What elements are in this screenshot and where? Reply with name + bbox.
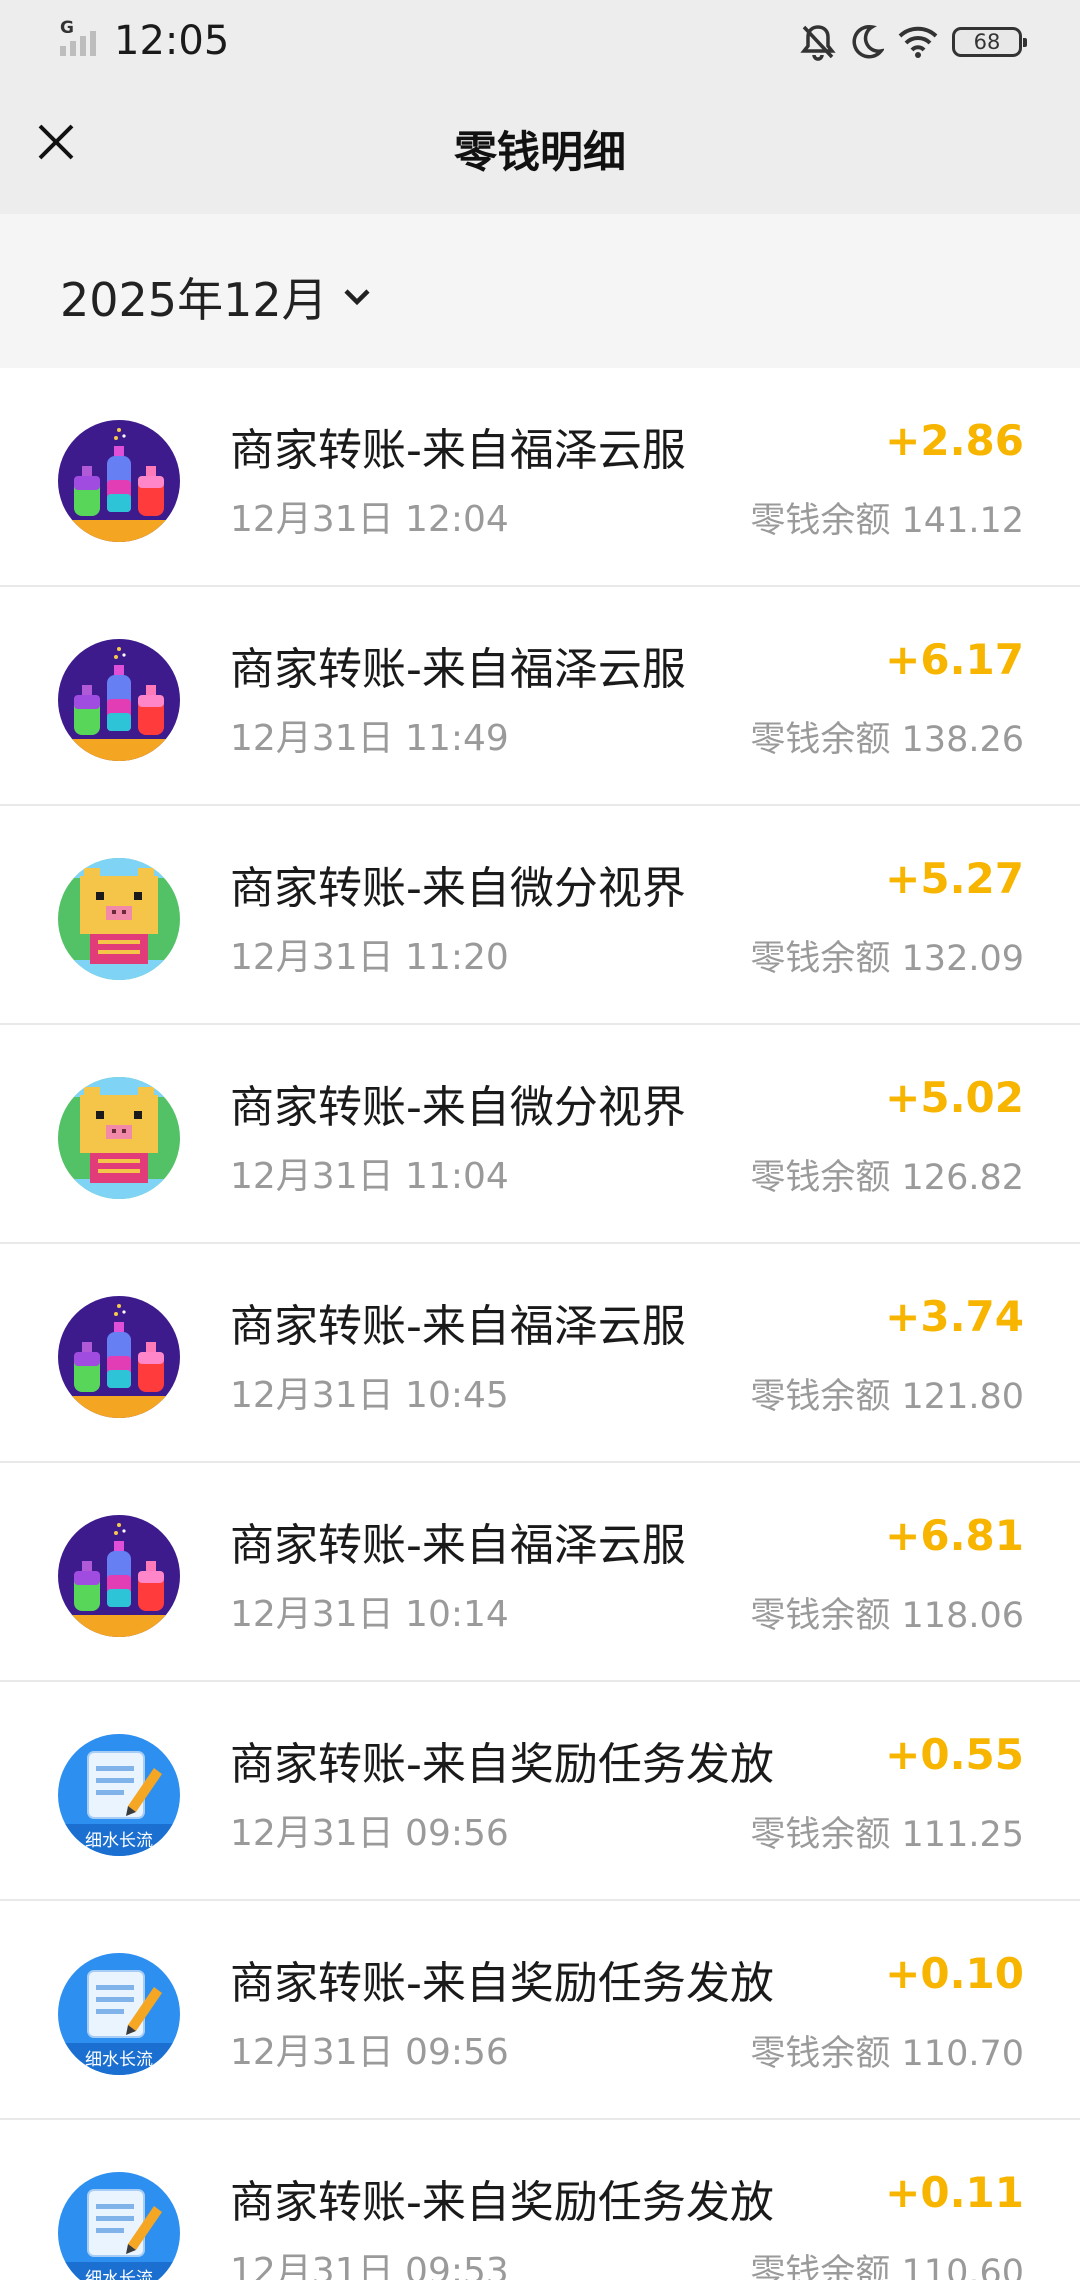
pixel-pig-icon [58, 858, 180, 980]
bottles-icon [58, 420, 180, 542]
avatar-label: 细水长流 [85, 1831, 153, 1851]
wifi-icon [898, 26, 938, 58]
transaction-row[interactable]: 商家转账-来自福泽云服 12月31日 11:49 +6.17 零钱余额 138.26 [0, 587, 1080, 806]
transaction-row[interactable]: 商家转账-来自微分视界 12月31日 11:04 +5.02 零钱余额 126.82 [0, 1025, 1080, 1244]
moon-icon [850, 24, 884, 60]
nav-bar: 零钱明细 [0, 82, 1080, 214]
transaction-row[interactable]: 细水长流 商家转账-来自奖励任务发放 12月31日 09:53 +0.11 零钱余额 … [0, 2120, 1080, 2280]
transaction-amount: +0.10 [885, 1949, 1024, 1998]
transaction-amount: +6.17 [885, 635, 1024, 684]
status-time: 12:05 [114, 18, 230, 64]
month-picker[interactable]: 2025年12月 [60, 264, 372, 330]
transaction-title: 商家转账-来自奖励任务发放 [230, 1739, 774, 1790]
avatar-label: 细水长流 [85, 2269, 153, 2280]
month-label: 2025年12月 [60, 273, 328, 327]
task-notebook-icon: 细水长流 [58, 1953, 180, 2075]
merchant-avatar [58, 420, 180, 542]
merchant-avatar: 细水长流 [58, 1734, 180, 1856]
task-notebook-icon: 细水长流 [58, 1734, 180, 1856]
transaction-time: 12月31日 10:45 [230, 1375, 509, 1416]
pixel-pig-icon [58, 1077, 180, 1199]
merchant-avatar [58, 639, 180, 761]
transaction-row[interactable]: 细水长流 商家转账-来自奖励任务发放 12月31日 09:56 +0.10 零钱余额 … [0, 1901, 1080, 2120]
transaction-balance: 零钱余额 111.25 [750, 1815, 1024, 1855]
transaction-time: 12月31日 11:04 [230, 1156, 509, 1197]
transaction-title: 商家转账-来自奖励任务发放 [230, 1958, 774, 2009]
merchant-avatar [58, 1077, 180, 1199]
signal-icon: G [60, 18, 104, 56]
bottles-icon [58, 1296, 180, 1418]
transaction-balance: 零钱余额 132.09 [750, 939, 1024, 979]
chevron-down-icon [344, 289, 370, 306]
transaction-time: 12月31日 09:56 [230, 1813, 509, 1854]
transaction-balance: 零钱余额 141.12 [750, 501, 1024, 541]
transaction-title: 商家转账-来自福泽云服 [230, 644, 686, 695]
merchant-avatar: 细水长流 [58, 2172, 180, 2280]
transaction-balance: 零钱余额 138.26 [750, 720, 1024, 760]
transaction-row[interactable]: 细水长流 商家转账-来自奖励任务发放 12月31日 09:56 +0.55 零钱余额 … [0, 1682, 1080, 1901]
transaction-time: 12月31日 09:53 [230, 2251, 509, 2280]
page-title: 零钱明细 [454, 128, 626, 178]
transaction-title: 商家转账-来自微分视界 [230, 1082, 686, 1133]
transaction-time: 12月31日 11:20 [230, 937, 509, 978]
transaction-amount: +5.02 [885, 1073, 1024, 1122]
transaction-title: 商家转账-来自微分视界 [230, 863, 686, 914]
transaction-time: 12月31日 11:49 [230, 718, 509, 759]
transaction-amount: +6.81 [885, 1511, 1024, 1560]
transaction-balance: 零钱余额 110.70 [750, 2034, 1024, 2074]
avatar-label: 细水长流 [85, 2050, 153, 2070]
transaction-time: 12月31日 09:56 [230, 2032, 509, 2073]
transaction-amount: +0.11 [885, 2168, 1024, 2217]
transaction-row[interactable]: 商家转账-来自福泽云服 12月31日 12:04 +2.86 零钱余额 141.12 [0, 368, 1080, 587]
transaction-balance: 零钱余额 110.60 [750, 2253, 1024, 2280]
transaction-row[interactable]: 商家转账-来自微分视界 12月31日 11:20 +5.27 零钱余额 132.09 [0, 806, 1080, 1025]
merchant-avatar [58, 1296, 180, 1418]
transaction-amount: +0.55 [885, 1730, 1024, 1779]
mute-bell-icon [800, 23, 836, 61]
task-notebook-icon: 细水长流 [58, 2172, 180, 2280]
transaction-title: 商家转账-来自福泽云服 [230, 425, 686, 476]
status-bar: G 12:05 68 [0, 0, 1080, 82]
transaction-row[interactable]: 商家转账-来自福泽云服 12月31日 10:45 +3.74 零钱余额 121.80 [0, 1244, 1080, 1463]
battery-indicator: 68 [952, 27, 1027, 57]
transaction-row[interactable]: 商家转账-来自福泽云服 12月31日 10:14 +6.81 零钱余额 118.06 [0, 1463, 1080, 1682]
transaction-amount: +3.74 [885, 1292, 1024, 1341]
transaction-title: 商家转账-来自奖励任务发放 [230, 2177, 774, 2228]
transaction-amount: +2.86 [885, 416, 1024, 465]
transaction-title: 商家转账-来自福泽云服 [230, 1301, 686, 1352]
network-type: G [60, 18, 74, 38]
merchant-avatar [58, 1515, 180, 1637]
transaction-time: 12月31日 10:14 [230, 1594, 509, 1635]
merchant-avatar: 细水长流 [58, 1953, 180, 2075]
transaction-amount: +5.27 [885, 854, 1024, 903]
transaction-balance: 零钱余额 121.80 [750, 1377, 1024, 1417]
merchant-avatar [58, 858, 180, 980]
transaction-list: 商家转账-来自福泽云服 12月31日 12:04 +2.86 零钱余额 141.12 … [0, 368, 1080, 2280]
transaction-balance: 零钱余额 118.06 [750, 1596, 1024, 1636]
month-filter-bar: 2025年12月 [0, 214, 1080, 368]
bottles-icon [58, 1515, 180, 1637]
bottles-icon [58, 639, 180, 761]
transaction-time: 12月31日 12:04 [230, 499, 509, 540]
transaction-title: 商家转账-来自福泽云服 [230, 1520, 686, 1571]
transaction-balance: 零钱余额 126.82 [750, 1158, 1024, 1198]
